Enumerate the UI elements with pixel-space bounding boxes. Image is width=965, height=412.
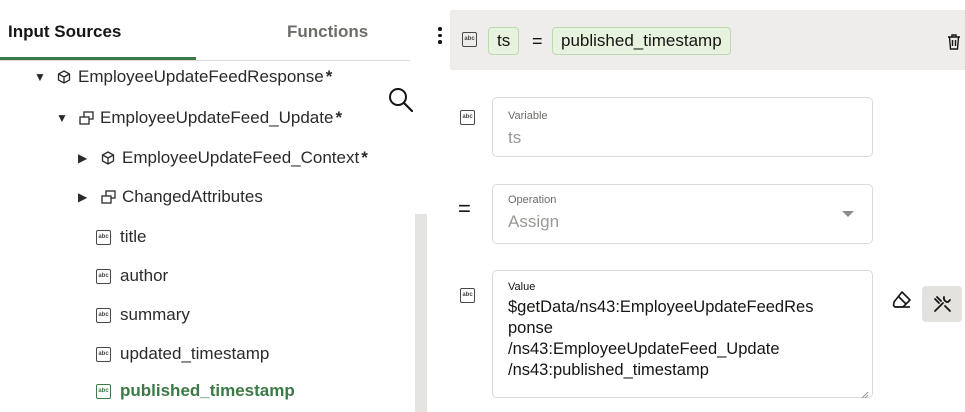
tree-item-updated-timestamp[interactable]: abc updated_timestamp — [96, 339, 269, 369]
caret-right-icon[interactable]: ▶ — [78, 151, 92, 165]
chevron-down-icon[interactable] — [842, 211, 854, 217]
operation-value[interactable]: Assign — [508, 212, 559, 232]
header-value-pill[interactable]: published_timestamp — [552, 27, 731, 55]
tree-item-label: EmployeeUpdateFeed_Context — [122, 148, 360, 167]
repeating-element-icon — [78, 110, 94, 126]
tree-item-employee-update-feed-context[interactable]: ▶ EmployeeUpdateFeed_Context * — [78, 143, 368, 173]
string-type-icon: abc — [460, 110, 475, 125]
value-expression[interactable]: $getData/ns43:EmployeeUpdateFeedRes pons… — [508, 297, 863, 381]
tree-item-label: published_timestamp — [120, 381, 295, 400]
tree-item-title[interactable]: abc title — [96, 222, 146, 252]
string-field-icon: abc — [96, 307, 111, 323]
tree-item-label: updated_timestamp — [120, 344, 270, 363]
wrench-hammer-icon — [934, 296, 951, 312]
tree-item-label: EmployeeUpdateFeedResponse — [78, 67, 324, 86]
header-operator: = — [532, 31, 543, 51]
tree-item-employee-update-feed-response[interactable]: ▼ EmployeeUpdateFeedResponse * — [34, 62, 332, 92]
search-icon[interactable] — [387, 86, 415, 114]
operation-select[interactable]: Operation Assign — [492, 184, 873, 244]
operation-label: Operation — [508, 194, 557, 206]
tree-item-label: EmployeeUpdateFeed_Update — [100, 108, 334, 127]
caret-down-icon[interactable]: ▼ — [56, 111, 70, 125]
repeating-element-icon — [100, 189, 116, 205]
string-type-icon: abc — [462, 32, 477, 47]
string-type-icon: abc — [460, 288, 475, 303]
tree-item-changed-attributes[interactable]: ▶ ChangedAttributes — [78, 182, 263, 212]
tree-item-label: summary — [120, 305, 190, 324]
required-marker: * — [361, 148, 368, 167]
header-variable-pill[interactable]: ts — [488, 27, 520, 55]
tools-button[interactable] — [922, 286, 962, 322]
mapping-editor-panel: abc ts = published_timestamp abc Variabl… — [450, 0, 965, 412]
panel-tabs: Input Sources Functions — [0, 0, 410, 62]
tree-item-label: title — [120, 227, 147, 246]
required-marker: * — [325, 67, 333, 86]
tree-item-author[interactable]: abc author — [96, 261, 168, 291]
caret-down-icon[interactable]: ▼ — [34, 70, 48, 84]
string-field-icon: abc — [96, 346, 111, 362]
required-marker: * — [335, 108, 343, 127]
variable-label: Variable — [508, 110, 548, 122]
tree-item-label: author — [120, 266, 169, 285]
resize-handle-icon[interactable] — [861, 386, 869, 399]
variable-value[interactable]: ts — [508, 128, 521, 148]
trash-icon[interactable] — [947, 34, 963, 52]
string-field-icon: abc — [96, 268, 111, 284]
tree-item-summary[interactable]: abc summary — [96, 300, 190, 330]
operation-operator-icon: = — [458, 196, 471, 221]
panel-splitter[interactable] — [428, 0, 450, 412]
string-field-icon: abc — [96, 383, 111, 399]
complex-element-icon — [100, 150, 116, 166]
value-textarea[interactable]: Value $getData/ns43:EmployeeUpdateFeedRe… — [492, 270, 873, 399]
input-sources-panel: Input Sources Functions ▼ EmployeeUpdate… — [0, 0, 428, 412]
scrollbar[interactable] — [415, 214, 427, 412]
tree-item-label: ChangedAttributes — [122, 187, 263, 206]
complex-element-icon — [56, 69, 72, 85]
tree-item-published-timestamp[interactable]: abc published_timestamp — [96, 376, 295, 406]
variable-field[interactable]: Variable ts — [492, 97, 873, 157]
tab-input-sources[interactable]: Input Sources — [8, 22, 121, 42]
eraser-icon[interactable] — [892, 290, 914, 312]
caret-right-icon[interactable]: ▶ — [78, 190, 92, 204]
tab-divider — [0, 60, 410, 61]
tab-functions[interactable]: Functions — [287, 22, 368, 42]
tree-item-employee-update-feed-update[interactable]: ▼ EmployeeUpdateFeed_Update * — [56, 103, 342, 133]
statement-header: abc ts = published_timestamp — [450, 10, 965, 70]
more-options-icon[interactable] — [437, 27, 443, 47]
string-field-icon: abc — [96, 229, 111, 245]
value-label: Value — [508, 281, 536, 293]
